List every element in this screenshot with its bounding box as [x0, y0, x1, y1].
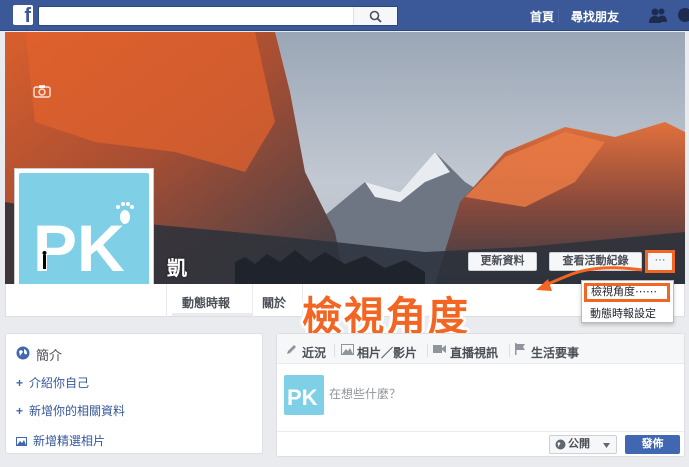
post-button[interactable]: 發佈: [625, 435, 680, 454]
composer-tabs: 近況 相片／影片 直播視訊 生活要事: [277, 334, 684, 364]
composer-tab-separator: [427, 344, 428, 357]
composer-tab-life-event[interactable]: 生活要事: [531, 344, 579, 361]
pk-logo-text: PK: [33, 211, 125, 285]
top-navigation-bar: f 首頁 尋找朋友: [0, 0, 689, 31]
tab-separator: [166, 284, 167, 317]
pencil-icon: [287, 345, 296, 354]
video-camera-icon: [433, 345, 446, 353]
dropdown-item-timeline-settings[interactable]: 動態時報設定: [590, 305, 656, 321]
flag-icon: [515, 343, 525, 355]
tab-timeline[interactable]: 動態時報: [182, 294, 230, 311]
composer-tab-separator: [509, 344, 510, 357]
composer-tab-photo-video[interactable]: 相片／影片: [357, 344, 417, 361]
composer-tab-live-video[interactable]: 直播視訊: [450, 344, 498, 361]
composer-tab-status[interactable]: 近況: [302, 344, 326, 361]
composer-tab-separator: [334, 344, 335, 357]
tab-separator: [252, 284, 253, 317]
tab-about[interactable]: 關於: [262, 294, 286, 311]
update-info-button[interactable]: 更新資料: [468, 252, 537, 271]
intro-title: 簡介: [36, 348, 63, 363]
search-input[interactable]: [38, 6, 398, 26]
plus-icon: +: [16, 376, 24, 390]
pk-logo: PK: [287, 385, 318, 410]
nav-home-link[interactable]: 首頁: [530, 8, 554, 25]
privacy-selector[interactable]: 公開: [549, 435, 617, 454]
plus-icon: +: [16, 404, 24, 418]
messages-icon[interactable]: [676, 7, 689, 24]
intro-link-label[interactable]: 新增你的相關資料: [29, 404, 125, 418]
dropdown-item-view-as[interactable]: 檢視角度⋯⋯: [584, 283, 670, 302]
profile-name[interactable]: 凱: [167, 252, 187, 281]
composer-avatar: PK: [284, 375, 324, 415]
nav-divider: [558, 9, 559, 23]
composer-footer: 公開 發佈: [277, 431, 684, 456]
intro-card: 簡介 + 介紹你自己 + 新增你的相關資料 新增精選相片: [5, 333, 263, 454]
intro-link-describe-yourself[interactable]: + 介紹你自己: [16, 374, 89, 391]
globe-icon: [555, 439, 566, 450]
friends-icon[interactable]: [648, 7, 668, 24]
facebook-logo[interactable]: f: [13, 5, 33, 27]
intro-link-add-featured-photos[interactable]: 新增精選相片: [16, 432, 105, 449]
photo-icon: [16, 437, 27, 446]
photo-icon: [341, 344, 354, 355]
intro-link-add-details[interactable]: + 新增你的相關資料: [16, 402, 125, 419]
composer-input[interactable]: 在想些什麼？: [329, 385, 401, 402]
privacy-label: 公開: [568, 438, 590, 450]
chevron-down-icon: [603, 443, 610, 448]
nav-find-friends-link[interactable]: 尋找朋友: [571, 8, 619, 25]
intro-link-label[interactable]: 介紹你自己: [29, 376, 89, 390]
active-tab-indicator: [172, 313, 252, 316]
pk-logo-text: PK: [287, 385, 318, 410]
search-button[interactable]: [353, 7, 397, 25]
globe-icon: [16, 346, 30, 360]
intro-link-label[interactable]: 新增精選相片: [33, 434, 105, 448]
post-composer: 近況 相片／影片 直播視訊 生活要事 PK 在想些什麼？ 公開 發佈: [276, 333, 685, 457]
camera-icon[interactable]: [33, 84, 51, 98]
search-icon: [369, 10, 382, 23]
more-options-dropdown: 檢視角度⋯⋯ 動態時報設定: [581, 280, 674, 323]
